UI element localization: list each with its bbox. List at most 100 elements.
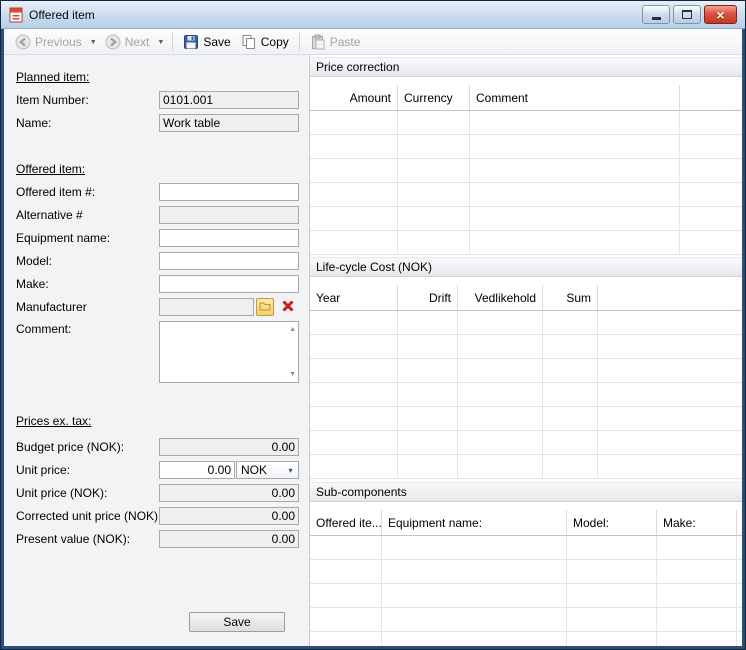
name-value: Work table [163, 116, 220, 130]
column-header[interactable]: Comment [470, 85, 680, 110]
close-button[interactable]: × [704, 5, 737, 24]
table-cell [470, 159, 680, 182]
save-button-bottom[interactable]: Save [189, 612, 285, 632]
table-cell [398, 207, 470, 230]
copy-button[interactable]: Copy [236, 32, 294, 52]
paste-label: Paste [330, 35, 361, 49]
table-cell [598, 335, 742, 358]
table-cell [657, 584, 737, 607]
toolbar: Previous ▼ Next ▼ Save C [4, 29, 742, 55]
table-cell [567, 560, 657, 583]
table-cell [657, 608, 737, 631]
alternative-field[interactable] [159, 206, 299, 224]
name-field[interactable]: Work table [159, 114, 299, 132]
table-cell [398, 159, 470, 182]
next-button[interactable]: Next [100, 32, 155, 52]
copy-icon [241, 34, 257, 50]
table-cell [737, 608, 742, 631]
offered-item-header: Offered item: [16, 162, 85, 176]
paste-icon [310, 34, 326, 50]
column-header[interactable]: Year [310, 285, 398, 310]
table-cell [398, 111, 470, 134]
table-cell [680, 183, 742, 206]
table-cell [458, 455, 543, 478]
corrected-unit-price-field[interactable]: 0.00 [159, 507, 299, 525]
column-header[interactable]: Make: [657, 510, 737, 535]
unit-price-input[interactable]: 0.00 [159, 461, 235, 479]
table-cell [470, 207, 680, 230]
unit-price-label: Unit price: [16, 463, 70, 477]
table-cell [458, 431, 543, 454]
equipment-name-input[interactable] [159, 229, 299, 247]
table-cell [382, 584, 567, 607]
model-input[interactable] [159, 252, 299, 270]
table-row[interactable] [310, 231, 742, 255]
currency-select[interactable]: NOK ▾ [236, 461, 299, 479]
corrected-unit-price-value: 0.00 [272, 509, 295, 523]
column-header[interactable]: Drift [398, 285, 458, 310]
table-row[interactable] [310, 455, 742, 479]
comment-textarea[interactable]: ▲ ▼ [159, 321, 299, 383]
table-cell [398, 135, 470, 158]
make-input[interactable] [159, 275, 299, 293]
price-correction-table: AmountCurrencyComment [310, 85, 742, 255]
table-row[interactable] [310, 608, 742, 632]
previous-button[interactable]: Previous [10, 32, 87, 52]
table-row[interactable] [310, 359, 742, 383]
manufacturer-lookup-button[interactable] [256, 298, 274, 316]
prices-header: Prices ex. tax: [16, 414, 91, 428]
manufacturer-field[interactable] [159, 298, 254, 316]
unit-price-nok-field[interactable]: 0.00 [159, 484, 299, 502]
table-row[interactable] [310, 560, 742, 584]
column-header[interactable]: Currency [398, 85, 470, 110]
item-number-field[interactable]: 0101.001 [159, 91, 299, 109]
next-dropdown[interactable]: ▼ [154, 34, 167, 49]
budget-price-label: Budget price (NOK): [16, 440, 124, 454]
table-cell [737, 584, 742, 607]
sub-components-header: Sub-components [310, 482, 742, 502]
table-row[interactable] [310, 183, 742, 207]
present-value-field[interactable]: 0.00 [159, 530, 299, 548]
minimize-button[interactable] [642, 5, 670, 24]
table-row[interactable] [310, 207, 742, 231]
present-value-label: Present value (NOK): [16, 532, 130, 546]
table-row[interactable] [310, 135, 742, 159]
column-header[interactable]: Model: [567, 510, 657, 535]
manufacturer-clear-button[interactable] [277, 298, 299, 316]
table-row[interactable] [310, 536, 742, 560]
previous-dropdown[interactable]: ▼ [87, 34, 100, 49]
budget-price-field[interactable]: 0.00 [159, 438, 299, 456]
table-cell [310, 159, 398, 182]
table-cell [543, 335, 598, 358]
offered-item-number-input[interactable] [159, 183, 299, 201]
next-label: Next [125, 35, 150, 49]
table-row[interactable] [310, 632, 742, 646]
table-cell [470, 111, 680, 134]
header-filler [737, 510, 742, 535]
table-cell [543, 431, 598, 454]
table-row[interactable] [310, 584, 742, 608]
column-header[interactable]: Sum [543, 285, 598, 310]
scroll-up-icon[interactable]: ▲ [289, 326, 296, 333]
scroll-down-icon[interactable]: ▼ [289, 371, 296, 378]
paste-button[interactable]: Paste [305, 32, 366, 52]
column-header[interactable]: Equipment name: [382, 510, 567, 535]
column-header[interactable]: Amount [310, 85, 398, 110]
table-row[interactable] [310, 159, 742, 183]
table-row[interactable] [310, 335, 742, 359]
table-row[interactable] [310, 383, 742, 407]
table-cell [310, 135, 398, 158]
table-cell [310, 311, 398, 334]
maximize-button[interactable] [673, 5, 701, 24]
table-row[interactable] [310, 311, 742, 335]
minimize-icon [652, 17, 661, 20]
table-row[interactable] [310, 407, 742, 431]
column-header[interactable]: Offered ite... [310, 510, 382, 535]
price-correction-header: Price correction [310, 57, 742, 77]
column-header[interactable]: Vedlikehold [458, 285, 543, 310]
save-button[interactable]: Save [178, 32, 235, 52]
titlebar[interactable]: Offered item × [1, 1, 745, 29]
table-cell [657, 632, 737, 646]
table-row[interactable] [310, 111, 742, 135]
table-row[interactable] [310, 431, 742, 455]
